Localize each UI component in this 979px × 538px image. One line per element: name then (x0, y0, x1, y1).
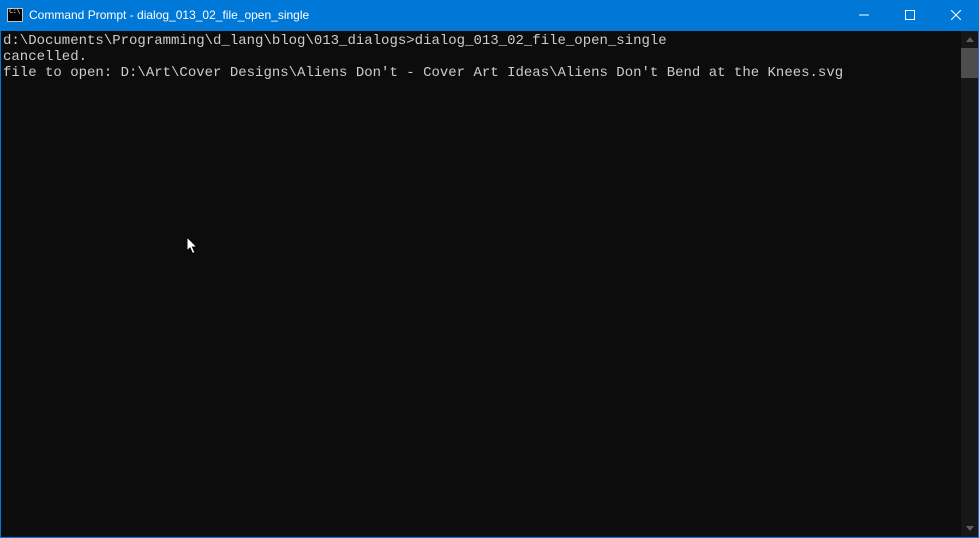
prompt-path: d:\Documents\Programming\d_lang\blog\013… (3, 33, 415, 49)
scroll-down-arrow-icon[interactable] (961, 520, 978, 537)
titlebar[interactable]: Command Prompt - dialog_013_02_file_open… (0, 0, 979, 30)
close-button[interactable] (933, 0, 979, 30)
vertical-scrollbar[interactable] (961, 31, 978, 537)
console-region: d:\Documents\Programming\d_lang\blog\013… (1, 31, 978, 537)
command-prompt-window: Command Prompt - dialog_013_02_file_open… (0, 0, 979, 538)
maximize-button[interactable] (887, 0, 933, 30)
scroll-up-arrow-icon[interactable] (961, 31, 978, 48)
output-line: cancelled. (3, 49, 961, 65)
scroll-track[interactable] (961, 48, 978, 520)
output-line: file to open: D:\Art\Cover Designs\Alien… (3, 65, 961, 81)
minimize-button[interactable] (841, 0, 887, 30)
cmd-icon (7, 7, 23, 23)
console-output[interactable]: d:\Documents\Programming\d_lang\blog\013… (1, 31, 961, 537)
scroll-thumb[interactable] (961, 48, 978, 78)
client-area: d:\Documents\Programming\d_lang\blog\013… (0, 30, 979, 538)
window-controls (841, 0, 979, 30)
window-title: Command Prompt - dialog_013_02_file_open… (29, 8, 841, 22)
command-text: dialog_013_02_file_open_single (415, 33, 667, 49)
